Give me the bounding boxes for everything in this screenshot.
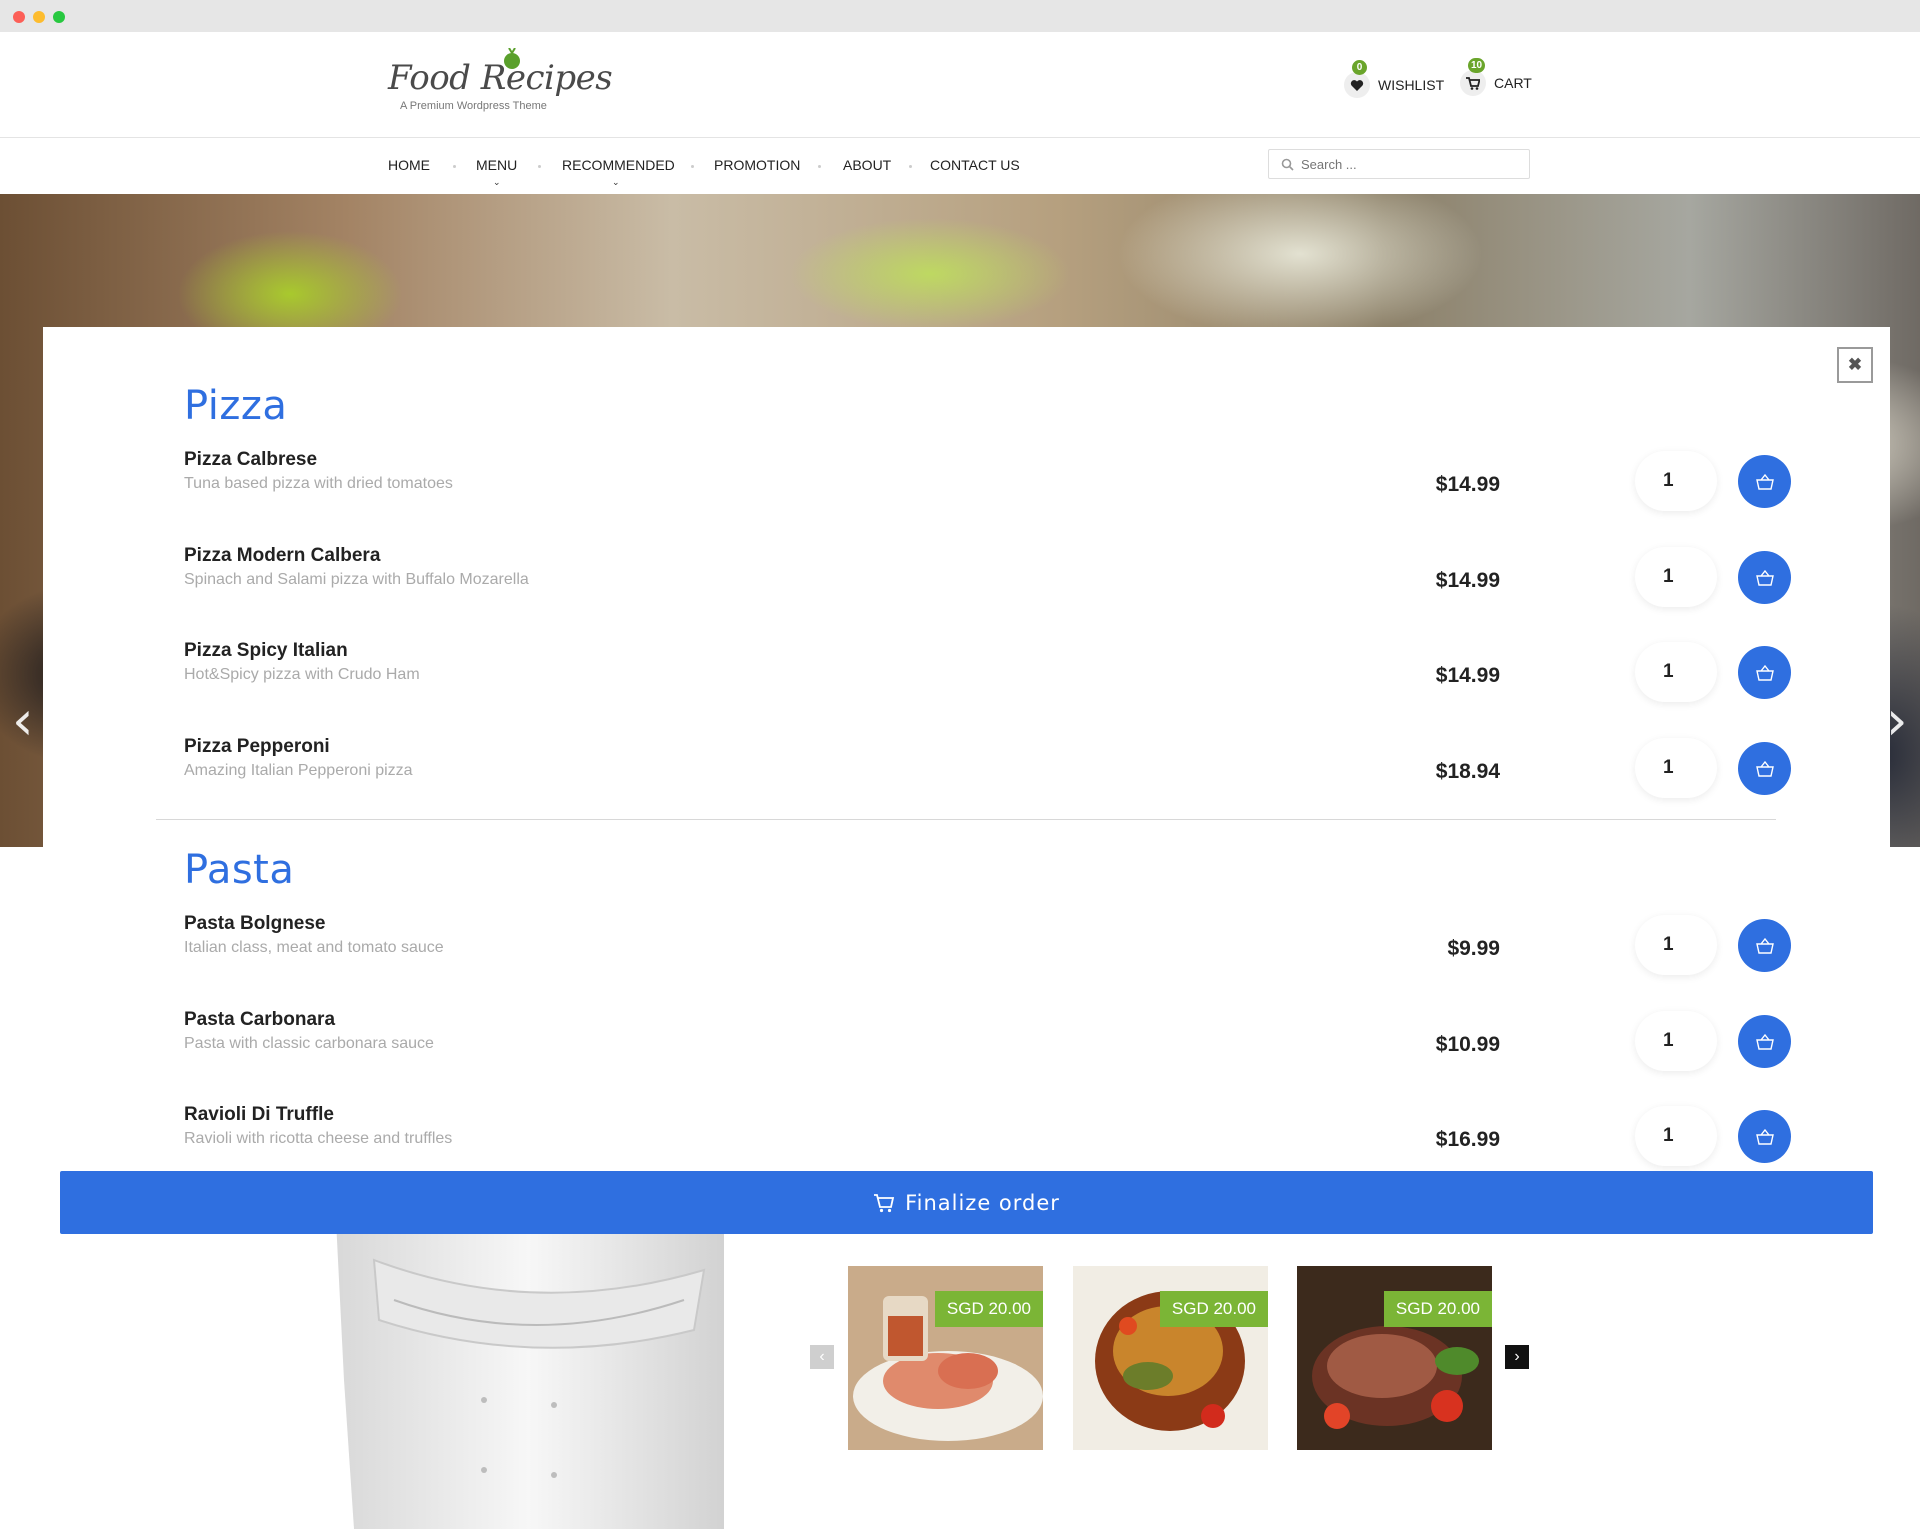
product-price-tag: SGD 20.00 [934,1291,1043,1327]
menu-item-desc: Ravioli with ricotta cheese and truffles [184,1130,453,1147]
site-header: Food Recipes A Premium Wordpress Theme 0… [0,32,1920,138]
minimize-window-button[interactable] [33,11,45,23]
nav-home[interactable]: HOME [388,157,430,173]
menu-item-price: $18.94 [1435,760,1500,783]
quantity-input[interactable]: 1 [1635,642,1717,702]
basket-icon [1755,1033,1774,1050]
add-to-basket-button[interactable] [1738,1110,1791,1163]
main-nav: HOME MENU ⌄ RECOMMENDED ⌄ PROMOTION ABOU… [0,139,1920,194]
finalize-order-button[interactable]: Finalize order [60,1171,1873,1234]
menu-item-price: $16.99 [1435,1128,1500,1151]
menu-item-price: $10.99 [1435,1033,1500,1056]
close-window-button[interactable] [13,11,25,23]
browser-titlebar [0,0,1920,32]
quantity-input[interactable]: 1 [1635,1106,1717,1166]
nav-separator [453,165,456,168]
menu-item-name: Pizza Pepperoni [184,736,330,757]
add-to-basket-button[interactable] [1738,742,1791,795]
basket-icon [1755,760,1774,777]
hero-prev-arrow-icon[interactable]: ‹ [12,694,34,748]
menu-item-desc: Tuna based pizza with dried tomatoes [184,475,453,492]
product-price-tag: SGD 20.00 [1159,1291,1268,1327]
menu-item-desc: Italian class, meat and tomato sauce [184,939,444,956]
product-card[interactable]: SGD 20.00 [1073,1266,1268,1450]
menu-item-name: Pasta Bolgnese [184,913,326,934]
nav-separator [909,165,912,168]
wishlist-count-badge: 0 [1352,60,1367,75]
menu-item-desc: Amazing Italian Pepperoni pizza [184,762,413,779]
quantity-input[interactable]: 1 [1635,451,1717,511]
menu-item: Pizza Spicy Italian Hot&Spicy pizza with… [184,640,1804,720]
nav-menu[interactable]: MENU [476,157,517,173]
search-input[interactable] [1301,156,1501,172]
menu-item: Pizza Modern Calbera Spinach and Salami … [184,545,1804,625]
category-title-pasta: Pasta [184,847,295,893]
cart-link[interactable]: 10 CART [1460,58,1532,96]
basket-icon [1755,473,1774,490]
add-to-basket-button[interactable] [1738,455,1791,508]
wishlist-link[interactable]: 0 WISHLIST [1344,60,1445,98]
menu-item-desc: Pasta with classic carbonara sauce [184,1035,434,1052]
menu-item-name: Pizza Modern Calbera [184,545,381,566]
product-price-tag: SGD 20.00 [1383,1291,1492,1327]
maximize-window-button[interactable] [53,11,65,23]
category-title-pizza: Pizza [184,383,288,429]
nav-separator [818,165,821,168]
add-to-basket-button[interactable] [1738,646,1791,699]
nav-recommended[interactable]: RECOMMENDED [562,157,675,173]
nav-separator [691,165,694,168]
menu-item-name: Pasta Carbonara [184,1009,336,1030]
close-icon[interactable]: ✖ [1837,347,1873,383]
basket-icon [1755,937,1774,954]
cart-icon: 10 [1460,58,1486,96]
menu-item: Pizza Pepperoni Amazing Italian Pepperon… [184,736,1804,816]
logo-subtitle: A Premium Wordpress Theme [400,100,547,112]
quantity-input[interactable]: 1 [1635,1011,1717,1071]
nav-promotion[interactable]: PROMOTION [714,157,800,173]
heart-icon: 0 [1344,60,1370,98]
menu-item-price: $14.99 [1435,569,1500,592]
slider-prev-button[interactable]: ‹ [810,1345,834,1369]
chevron-down-icon: ⌄ [612,177,620,187]
add-to-basket-button[interactable] [1738,919,1791,972]
menu-item-name: Ravioli Di Truffle [184,1104,334,1125]
quantity-input[interactable]: 1 [1635,547,1717,607]
nav-contact-us[interactable]: CONTACT US [930,157,1020,173]
menu-item: Pasta Carbonara Pasta with classic carbo… [184,1009,1804,1089]
search-box[interactable] [1268,149,1530,179]
cart-label: CART [1494,75,1532,91]
menu-item-price: $14.99 [1435,664,1500,687]
cart-count-badge: 10 [1468,58,1486,73]
menu-item-desc: Hot&Spicy pizza with Crudo Ham [184,666,420,683]
add-to-basket-button[interactable] [1738,1015,1791,1068]
add-to-basket-button[interactable] [1738,551,1791,604]
menu-item: Pizza Calbrese Tuna based pizza with dri… [184,449,1804,529]
order-menu-modal: ✖ Pizza Pizza Calbrese Tuna based pizza … [43,327,1890,1227]
chevron-down-icon: ⌄ [493,177,501,187]
quantity-input[interactable]: 1 [1635,915,1717,975]
search-icon [1281,158,1294,171]
menu-item-name: Pizza Spicy Italian [184,640,348,661]
slider-next-button[interactable]: › [1505,1345,1529,1369]
menu-item: Pasta Bolgnese Italian class, meat and t… [184,913,1804,993]
quantity-input[interactable]: 1 [1635,738,1717,798]
menu-item-price: $14.99 [1435,473,1500,496]
cart-icon [874,1193,895,1212]
nav-about[interactable]: ABOUT [843,157,891,173]
basket-icon [1755,664,1774,681]
leaf-icon [504,48,520,69]
nav-separator [538,165,541,168]
product-card[interactable]: SGD 20.00 [1297,1266,1492,1450]
wishlist-label: WISHLIST [1378,77,1445,93]
basket-icon [1755,569,1774,586]
product-card[interactable]: SGD 20.00 [848,1266,1043,1450]
category-divider [156,819,1776,820]
menu-item-price: $9.99 [1447,937,1500,960]
menu-item-desc: Spinach and Salami pizza with Buffalo Mo… [184,571,529,588]
finalize-order-label: Finalize order [905,1190,1060,1215]
basket-icon [1755,1128,1774,1145]
site-logo[interactable]: Food Recipes A Premium Wordpress Theme [388,48,613,122]
menu-item-name: Pizza Calbrese [184,449,318,470]
